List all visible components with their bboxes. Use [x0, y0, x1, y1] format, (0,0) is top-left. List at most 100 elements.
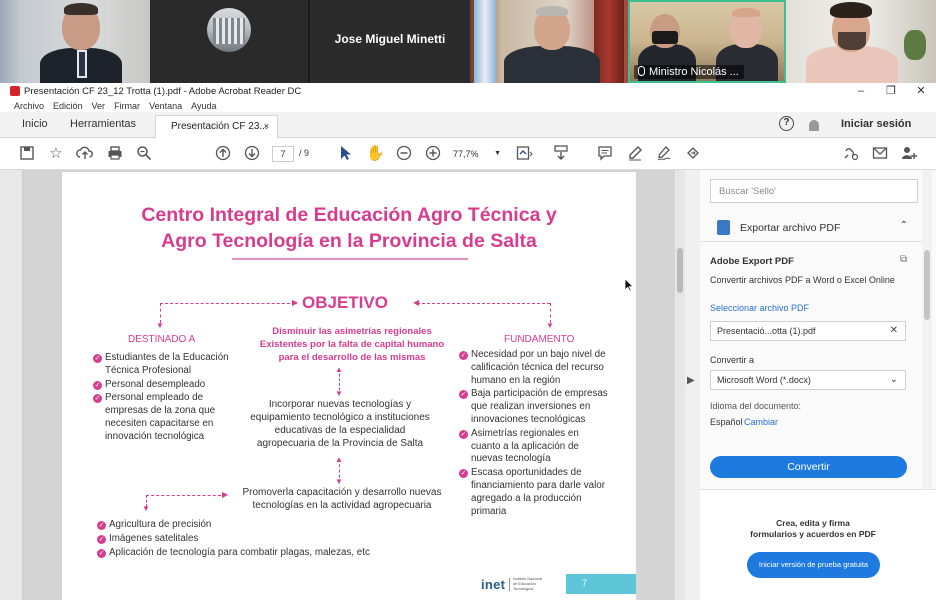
copy-icon[interactable]: ⧉	[900, 254, 907, 265]
scroll-mode-icon[interactable]	[553, 145, 571, 163]
start-trial-button[interactable]: Iniciar versión de prueba gratuita	[747, 552, 880, 578]
video-tile-2[interactable]	[150, 0, 308, 83]
export-pdf-icon	[717, 220, 730, 235]
list-item: ✓ Asimetrías regionales en cuanto a la ap…	[459, 427, 579, 465]
list-item: ✓ Estudiantes de la Educación Técnica Pro…	[93, 352, 229, 376]
hand-tool-icon[interactable]: ✋	[366, 145, 385, 163]
video-tile-1[interactable]	[0, 0, 150, 83]
toolbar: ☆ 7 / 9 ✋ 77,7% ▼	[0, 138, 936, 170]
arrow-down-icon: ▼	[335, 389, 343, 398]
print-icon[interactable]	[106, 145, 124, 163]
menu-firmar[interactable]: Firmar	[114, 101, 140, 111]
chevron-down-icon: ⌄	[889, 374, 898, 385]
tools-search-input[interactable]: Buscar 'Sello'	[710, 179, 918, 203]
selected-file-name: Presentació...otta (1).pdf	[717, 326, 816, 336]
select-pdf-label: Seleccionar archivo PDF	[710, 303, 810, 313]
arrow-right-icon: ▶	[222, 490, 229, 499]
sign-in-button[interactable]: Iniciar sesión	[841, 118, 911, 130]
zoom-level-dropdown[interactable]: 77,7% ▼	[453, 146, 503, 162]
add-user-icon[interactable]	[900, 145, 918, 163]
check-icon: ✓	[93, 354, 102, 363]
share-link-icon[interactable]	[684, 145, 702, 163]
check-icon: ✓	[97, 548, 106, 558]
menu-ventana[interactable]: Ventana	[149, 101, 182, 111]
panel-scrollbar-thumb[interactable]	[924, 250, 930, 320]
menu-edicion[interactable]: Edición	[53, 101, 83, 111]
menu-archivo[interactable]: Archivo	[14, 101, 44, 111]
scrollbar-thumb[interactable]	[677, 248, 683, 293]
save-icon[interactable]	[18, 145, 36, 163]
menu-ayuda[interactable]: Ayuda	[191, 101, 216, 111]
check-icon: ✓	[93, 380, 102, 390]
video-tile-6[interactable]	[786, 0, 936, 83]
document-viewer[interactable]: Centro Integral de Educación Agro Técnic…	[0, 170, 700, 600]
arrow-down-icon: ▼	[546, 321, 554, 330]
help-icon[interactable]: ?	[779, 116, 794, 131]
avatar	[207, 8, 251, 52]
list-item: ✓ Imágenes satelitales	[97, 532, 199, 544]
convert-to-label: Convertir a	[710, 355, 755, 365]
video-call-strip: Jose Miguel Minetti Ministro Nicolás ...	[0, 0, 936, 83]
connector-left-down	[160, 303, 161, 323]
remove-file-icon[interactable]: ✕	[890, 325, 898, 336]
fundamento-heading: FUNDAMENTO	[504, 334, 575, 345]
tab-inicio[interactable]: Inicio	[22, 118, 48, 130]
list-item: ✓ Aplicación de tecnología para combatir …	[97, 546, 370, 558]
footer-separator	[509, 578, 510, 591]
list-item: ✓ Escasa oportunidades de financiamiento …	[459, 467, 605, 517]
check-icon: ✓	[93, 394, 102, 404]
speaker-name-tag: Ministro Nicolás ...	[634, 65, 744, 79]
sign-icon[interactable]	[655, 145, 673, 163]
zoom-level-value: 77,7%	[453, 149, 479, 159]
format-value: Microsoft Word (*.docx)	[717, 375, 811, 385]
zoom-search-icon[interactable]	[135, 145, 153, 163]
format-select[interactable]: Microsoft Word (*.docx) ⌄	[710, 370, 906, 390]
incorporar-text: Incorporar nuevas tecnologías y equipami…	[250, 399, 430, 449]
email-icon[interactable]	[871, 145, 889, 163]
check-icon: ✓	[97, 521, 106, 530]
zoom-out-icon[interactable]	[395, 145, 413, 163]
convert-button[interactable]: Convertir	[710, 456, 907, 478]
change-language-link[interactable]: Cambiar	[744, 417, 778, 427]
promover-text: Promoverla capacitación y desarrollo nue…	[242, 487, 442, 511]
tab-document[interactable]: Presentación CF 23... ×	[155, 115, 278, 139]
minimize-button[interactable]: –	[846, 83, 876, 99]
navigation-pane-strip[interactable]	[0, 170, 23, 600]
video-tile-3[interactable]: Jose Miguel Minetti	[310, 0, 470, 83]
menu-ver[interactable]: Ver	[92, 101, 106, 111]
connector-left	[160, 303, 295, 304]
export-pdf-header[interactable]: Exportar archivo PDF ⌃	[700, 214, 924, 242]
connector-right-down	[550, 303, 551, 323]
title-divider	[232, 258, 468, 260]
comment-icon[interactable]	[596, 145, 614, 163]
select-cursor-icon[interactable]	[336, 145, 354, 163]
video-tile-4[interactable]	[470, 0, 628, 83]
previous-page-icon[interactable]	[214, 145, 232, 163]
cloud-upload-icon[interactable]	[76, 145, 94, 163]
close-tab-icon[interactable]: ×	[264, 121, 269, 131]
tab-herramientas[interactable]: Herramientas	[70, 118, 136, 130]
fit-page-icon[interactable]	[516, 145, 534, 163]
arrow-down-icon: ▼	[335, 477, 343, 486]
close-window-button[interactable]: ✕	[906, 83, 936, 99]
inet-logo: inet	[481, 577, 506, 592]
zoom-in-icon[interactable]	[424, 145, 442, 163]
document-scrollbar[interactable]	[675, 170, 685, 600]
highlight-pen-icon[interactable]	[626, 145, 644, 163]
objective-statement: Disminuir las asimetrías regionales Exis…	[259, 326, 445, 363]
promo-text: Crea, edita y firma formularios y acuerd…	[750, 518, 876, 539]
acrobat-logo-icon	[10, 86, 20, 96]
notification-bell-icon[interactable]	[809, 120, 819, 131]
page-number-input[interactable]: 7	[272, 146, 294, 162]
collapse-panel-icon[interactable]: ▶	[687, 375, 695, 386]
link-settings-icon[interactable]	[842, 145, 860, 163]
microphone-icon	[638, 66, 645, 76]
selected-file-field[interactable]: Presentació...otta (1).pdf ✕	[710, 321, 906, 341]
tab-bar: Inicio Herramientas Presentación CF 23..…	[0, 112, 936, 139]
maximize-button[interactable]: ❐	[876, 83, 906, 99]
video-tile-active-speaker[interactable]: Ministro Nicolás ...	[628, 0, 786, 83]
check-icon: ✓	[459, 390, 468, 400]
next-page-icon[interactable]	[243, 145, 261, 163]
bookmark-star-icon[interactable]: ☆	[47, 145, 65, 163]
tab-document-label: Presentación CF 23...	[171, 121, 268, 132]
